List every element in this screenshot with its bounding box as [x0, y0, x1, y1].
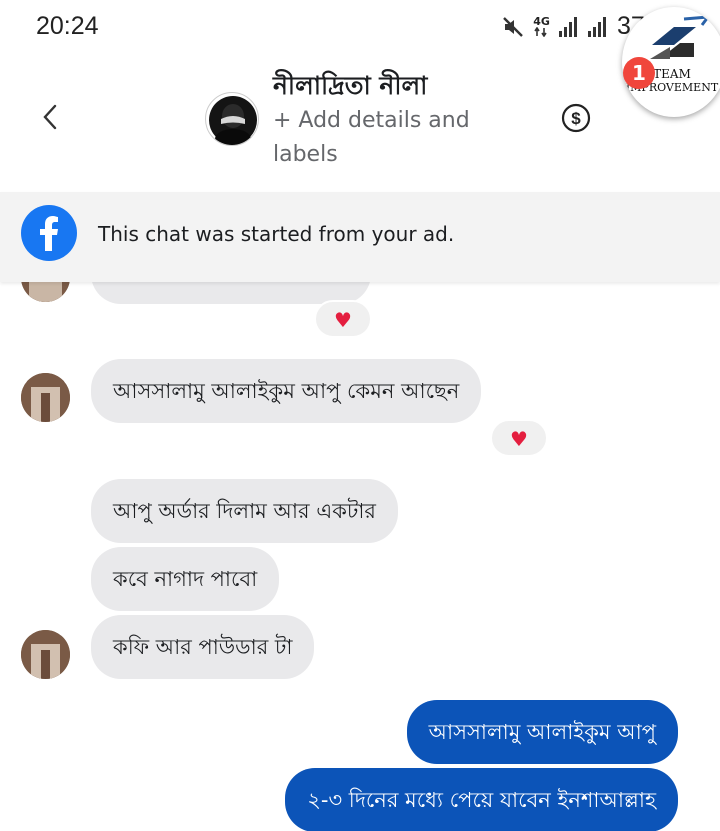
message-bubble-outgoing[interactable]: আসসালামু আলাইকুম আপু [406, 700, 678, 764]
signal-icon [558, 16, 579, 37]
status-bar: 20:24 4G [0, 0, 720, 52]
add-details-link[interactable]: + Add details and labels [273, 104, 513, 172]
avatar[interactable] [205, 92, 259, 146]
chat-header: নীলাদ্রিতা নীলা + Add details and labels… [0, 52, 720, 192]
back-button[interactable] [36, 102, 66, 132]
reaction-heart[interactable]: ♥ [314, 300, 372, 338]
notification-badge: 1 [623, 57, 655, 89]
message-list[interactable]: ♥ আসসালামু আলাইকুম আপু কেমন আছেন ♥ আপু অ… [0, 282, 720, 831]
payment-button[interactable]: $ [561, 103, 591, 133]
ad-banner-text: This chat was started from your ad. [98, 222, 455, 246]
network-type-icon: 4G [533, 16, 550, 37]
svg-text:$: $ [571, 109, 581, 128]
message-bubble[interactable]: আপু অর্ডার দিলাম আর একটার [91, 479, 398, 543]
message-bubble-outgoing[interactable]: ২-৩ দিনের মধ্যে পেয়ে যাবেন ইনশাআল্লাহ [285, 768, 678, 831]
sender-avatar [21, 282, 70, 302]
mute-icon [502, 16, 524, 38]
facebook-icon [21, 205, 77, 261]
reaction-heart[interactable]: ♥ [490, 419, 548, 457]
sender-avatar [21, 373, 70, 422]
dollar-icon: $ [561, 103, 591, 133]
message-bubble[interactable]: কবে নাগাদ পাবো [91, 547, 280, 611]
contact-name[interactable]: নীলাদ্রিতা নীলা [273, 66, 427, 109]
back-arrow-icon [43, 104, 57, 130]
sender-avatar [21, 630, 70, 679]
ad-banner[interactable]: This chat was started from your ad. [0, 192, 720, 282]
signal-icon [587, 16, 608, 37]
message-bubble[interactable]: কফি আর পাউডার টা [91, 615, 315, 679]
message-bubble[interactable]: আসসালামু আলাইকুম আপু কেমন আছেন [91, 359, 482, 423]
status-time: 20:24 [36, 12, 99, 40]
